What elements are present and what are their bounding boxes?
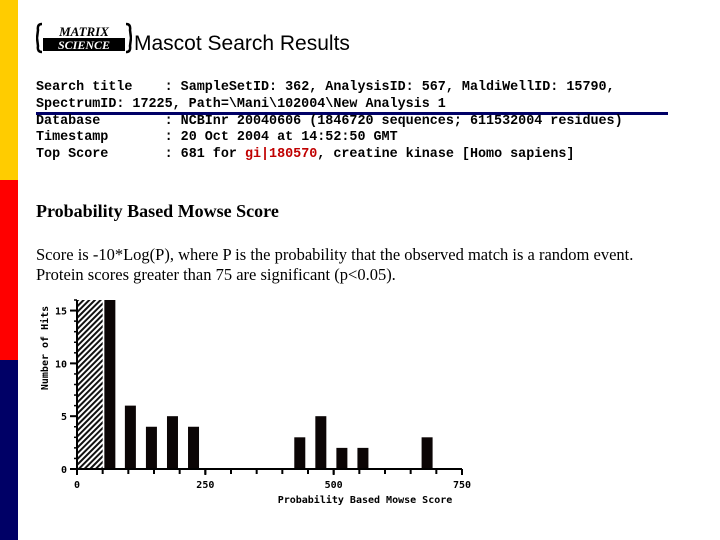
x-tick-label: 500 (325, 480, 343, 491)
matrix-science-logo: MATRIX SCIENCE (36, 22, 132, 54)
timestamp-label: Timestamp : (36, 130, 181, 146)
top-score-label: Top Score : (36, 147, 181, 163)
non-significant-shaded-region (78, 300, 103, 469)
search-info: Search title : SampleSetID: 362, Analysi… (36, 80, 656, 164)
histogram-bar (421, 437, 433, 469)
histogram-bar (145, 426, 157, 469)
top-score-accession-link[interactable]: gi|180570 (245, 147, 317, 162)
histogram-bar (357, 447, 369, 469)
histogram-bar (188, 426, 200, 469)
score-description: Score is -10*Log(P), where P is the prob… (36, 245, 634, 284)
x-tick-label: 250 (196, 480, 214, 491)
side-bar-red (0, 180, 18, 360)
search-title-row: Search title : SampleSetID: 362, Analysi… (36, 80, 656, 114)
y-tick-label: 15 (55, 307, 67, 318)
y-axis-label: Number of Hits (39, 306, 51, 390)
top-score-prefix: 681 for (180, 147, 245, 163)
search-title-label: Search title : (36, 80, 181, 95)
side-bar-navy (0, 360, 18, 540)
timestamp-value: 20 Oct 2004 at 14:52:50 GMT (180, 130, 398, 146)
histogram-bar (166, 416, 178, 469)
page-title: Mascot Search Results (134, 32, 350, 55)
histogram-bar (336, 447, 348, 469)
x-tick-label: 750 (453, 480, 471, 491)
top-score-row: Top Score : 681 for gi|180570, creatine … (36, 147, 656, 164)
x-axis-label: Probability Based Mowse Score (278, 494, 453, 506)
y-tick-label: 0 (61, 465, 67, 476)
section-heading: Probability Based Mowse Score (36, 201, 279, 221)
top-score-suffix: , creatine kinase [Homo sapiens] (317, 147, 575, 163)
score-histogram: 0 250 500 750 0 5 10 15 Number of Hits Probabil… (39, 299, 471, 506)
database-row: Database : NCBInr 20040606 (1846720 sequ… (36, 114, 656, 131)
logo-line2: SCIENCE (58, 38, 110, 52)
histogram-bar (124, 405, 136, 469)
timestamp-row: Timestamp : 20 Oct 2004 at 14:52:50 GMT (36, 130, 656, 147)
histogram-bar (315, 416, 327, 469)
y-tick-label: 5 (61, 412, 67, 423)
side-bar-yellow (0, 0, 18, 180)
database-value: NCBInr 20040606 (1846720 sequences; 6115… (180, 113, 623, 129)
y-tick-label: 10 (55, 359, 67, 370)
x-tick-label: 0 (74, 480, 80, 491)
histogram-bar (104, 300, 116, 469)
logo-line1: MATRIX (58, 24, 109, 39)
database-label: Database : (36, 113, 181, 129)
histogram-bar (294, 437, 306, 469)
